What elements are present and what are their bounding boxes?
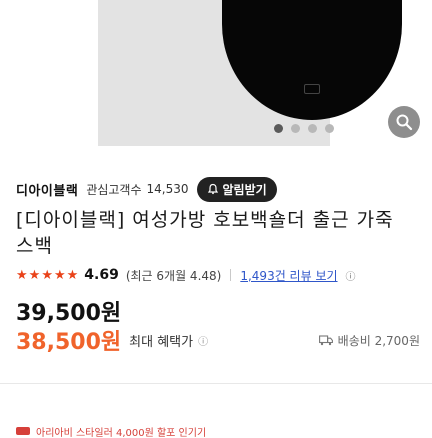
section-divider bbox=[0, 383, 432, 384]
shipping-label: 배송비 2,700원 bbox=[337, 333, 420, 348]
product-photo[interactable] bbox=[98, 0, 402, 146]
star-icon: ★ bbox=[16, 267, 28, 283]
bell-icon bbox=[207, 183, 218, 195]
star-rating: ★ ★ ★ ★ ★ bbox=[16, 269, 78, 282]
product-title: [디아이블랙] 여성가방 호보백숄더 출근 가죽 스백 bbox=[16, 209, 394, 257]
promo-text: 아리아비 스타일러 4,000원 할포 인기기 bbox=[36, 427, 207, 438]
promo-badge-icon bbox=[16, 427, 30, 435]
zoom-button[interactable] bbox=[388, 106, 420, 138]
pagination-dot[interactable] bbox=[308, 124, 317, 133]
alarm-button[interactable]: 알림받기 bbox=[196, 176, 277, 202]
follower-label: 관심고객수 bbox=[86, 182, 142, 197]
sale-price-row: 38,500원 최대 혜택가 ⓘ 배송비 2,700원 bbox=[16, 324, 420, 356]
follower-count: 14,530 bbox=[146, 182, 189, 196]
review-link[interactable]: 1,493건 리뷰 보기 bbox=[240, 267, 337, 284]
original-price: 39,500원 bbox=[16, 301, 122, 326]
brand-name[interactable]: 디아이블랙 bbox=[16, 180, 78, 199]
alarm-label: 알림받기 bbox=[222, 182, 267, 197]
star-icon: ★ bbox=[41, 267, 53, 283]
rating-row: ★ ★ ★ ★ ★ 4.69 (최근 6개월 4.48) 1,493건 리뷰 보… bbox=[16, 265, 357, 285]
pagination-dot[interactable] bbox=[291, 124, 300, 133]
truck-icon bbox=[318, 334, 333, 345]
divider bbox=[230, 269, 232, 281]
info-icon[interactable]: ⓘ bbox=[345, 269, 357, 283]
star-icon: ★ bbox=[28, 267, 41, 283]
rating-score: 4.69 bbox=[84, 267, 119, 283]
shipping-fee: 배송비 2,700원 bbox=[318, 332, 420, 349]
star-icon: ★ bbox=[53, 267, 66, 283]
info-icon[interactable]: ⓘ bbox=[198, 333, 208, 348]
magnifier-zoom-icon bbox=[396, 114, 413, 131]
sale-label: 최대 혜택가 bbox=[129, 334, 194, 350]
promo-banner[interactable]: 아리아비 스타일러 4,000원 할포 인기기 bbox=[16, 424, 206, 438]
rating-detail: (최근 6개월 4.48) bbox=[125, 268, 222, 283]
star-icon: ★ bbox=[66, 267, 79, 283]
pagination-dot[interactable] bbox=[274, 124, 283, 133]
bag-logo-tag bbox=[304, 84, 320, 94]
sale-price: 38,500원 bbox=[16, 330, 122, 355]
image-pagination bbox=[274, 124, 334, 133]
product-image-area bbox=[0, 0, 432, 148]
handbag-image bbox=[222, 0, 402, 120]
pagination-dot[interactable] bbox=[325, 124, 334, 133]
brand-row: 디아이블랙 관심고객수 14,530 알림받기 bbox=[16, 176, 277, 202]
